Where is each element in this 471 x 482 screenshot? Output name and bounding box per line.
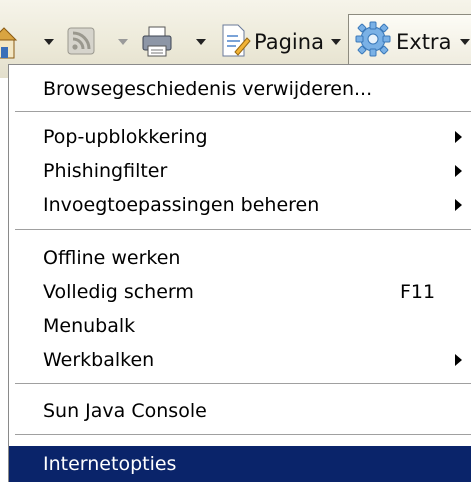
menu-separator <box>15 111 471 113</box>
menu-separator <box>15 434 471 436</box>
menu-item-sun-java-console[interactable]: Sun Java Console <box>9 394 471 428</box>
menu-item-label: Sun Java Console <box>43 400 207 422</box>
page-menu-label: Pagina <box>254 30 324 54</box>
home-dropdown-arrow[interactable] <box>44 20 54 64</box>
gear-icon <box>355 21 391 57</box>
submenu-arrow-icon <box>455 354 462 366</box>
page-icon <box>222 24 251 57</box>
menu-item-toolbars[interactable]: Werkbalken <box>9 343 471 377</box>
menu-item-internet-options[interactable]: Internetopties <box>9 446 471 482</box>
menu-item-delete-browsing-history[interactable]: Browsegeschiedenis verwijderen... <box>9 72 471 106</box>
menu-separator <box>15 383 471 385</box>
menu-item-manage-add-ons[interactable]: Invoegtoepassingen beheren <box>9 188 471 222</box>
menu-item-work-offline[interactable]: Offline werken <box>9 241 471 275</box>
menu-item-label: Phishingfilter <box>43 160 168 182</box>
menu-item-phishing-filter[interactable]: Phishingfilter <box>9 154 471 188</box>
menu-item-shortcut: F11 <box>400 281 436 303</box>
extra-menu-label: Extra <box>396 30 452 54</box>
feeds-dropdown-arrow[interactable] <box>118 20 128 64</box>
submenu-arrow-icon <box>455 131 462 143</box>
menu-item-label: Offline werken <box>43 247 181 269</box>
menu-item-label: Internetopties <box>43 453 177 475</box>
extra-dropdown-arrow[interactable] <box>460 20 470 64</box>
menu-item-label: Volledig scherm <box>43 281 194 303</box>
menu-item-label: Browsegeschiedenis verwijderen... <box>43 78 373 100</box>
home-icon <box>0 27 18 59</box>
menu-item-full-screen[interactable]: Volledig scherm F11 <box>9 275 471 309</box>
submenu-arrow-icon <box>455 199 462 211</box>
extra-dropdown-menu: Browsegeschiedenis verwijderen... Pop-up… <box>8 64 471 482</box>
menu-item-label: Pop-upblokkering <box>43 126 208 148</box>
menu-item-label: Werkbalken <box>43 349 155 371</box>
menu-item-menu-bar[interactable]: Menubalk <box>9 309 471 343</box>
feed-icon <box>67 27 95 55</box>
print-icon <box>142 26 172 57</box>
submenu-arrow-icon <box>455 165 462 177</box>
menu-separator <box>15 229 471 231</box>
print-dropdown-arrow[interactable] <box>196 20 206 64</box>
menu-item-popup-blocker[interactable]: Pop-upblokkering <box>9 120 471 154</box>
menu-item-label: Invoegtoepassingen beheren <box>43 194 320 216</box>
page-dropdown-arrow[interactable] <box>331 20 341 64</box>
menu-item-label: Menubalk <box>43 315 136 337</box>
